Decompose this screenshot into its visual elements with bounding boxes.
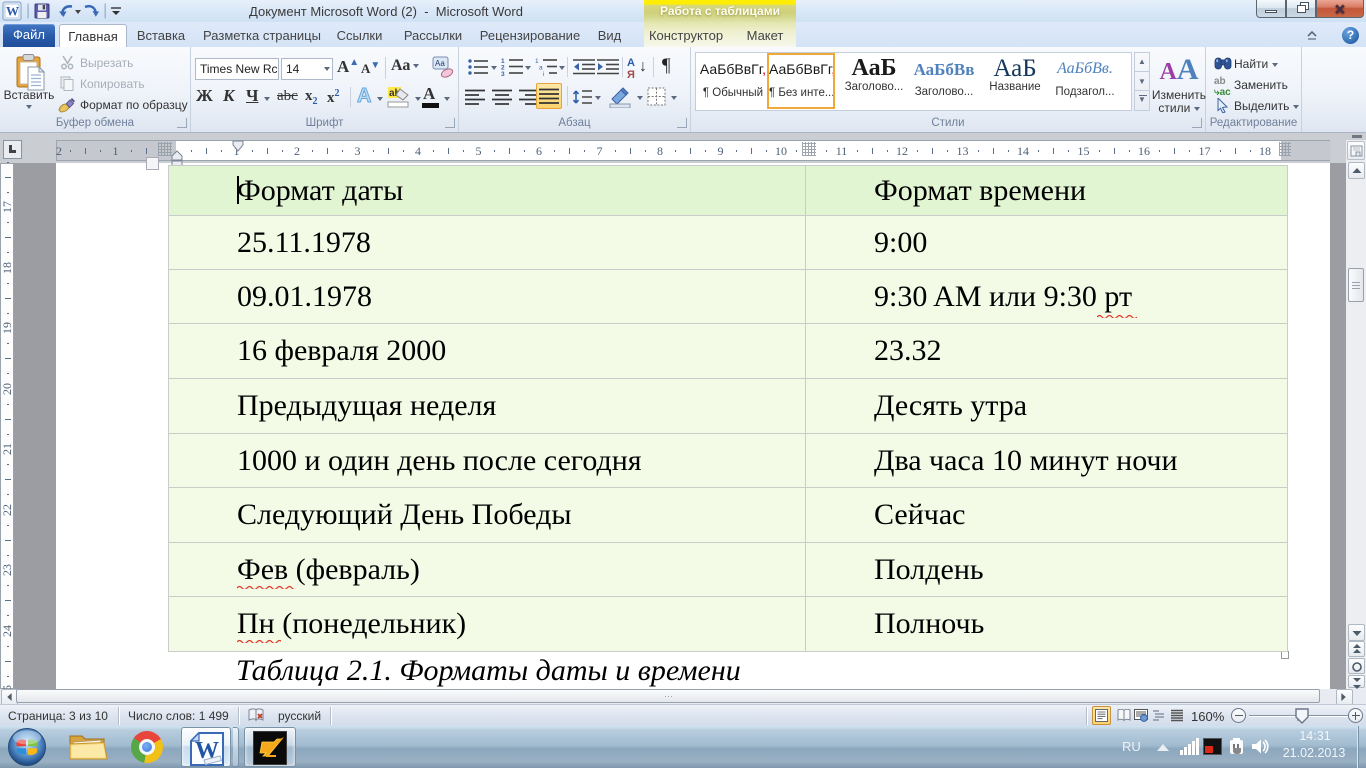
svg-text:i: i	[543, 71, 544, 76]
svg-text:Аа: Аа	[435, 59, 445, 68]
svg-text:W: W	[6, 4, 19, 19]
svg-text:3: 3	[501, 71, 505, 76]
